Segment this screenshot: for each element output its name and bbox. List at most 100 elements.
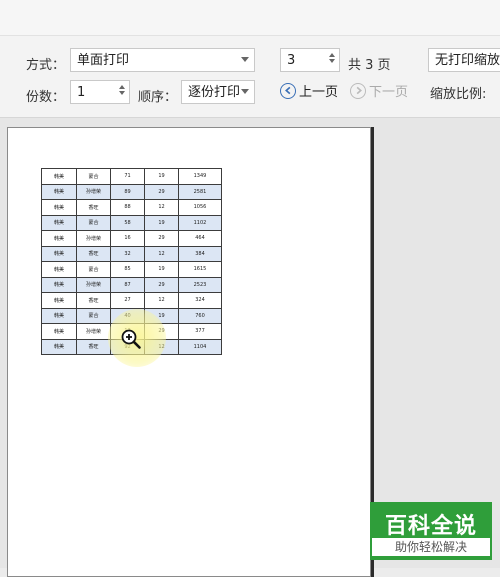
- table-cell: 12: [144, 292, 179, 309]
- table-cell: 85: [110, 261, 145, 278]
- table-cell: 29: [144, 230, 179, 247]
- table-cell: 韩美: [41, 199, 77, 216]
- print-preview-toolbar: 方式： 单面打印 份数： 1 顺序： 逐份打印 3 共 3 页 上一页 下一页 …: [0, 0, 500, 118]
- next-page-button[interactable]: 下一页: [350, 81, 408, 100]
- table-cell: 韩美: [41, 214, 77, 231]
- zoom-in-cursor-icon: [121, 329, 141, 349]
- stepper-arrows-icon[interactable]: [328, 51, 336, 69]
- table-cell: 香旺: [76, 338, 111, 355]
- table-cell: 韩美: [41, 245, 77, 262]
- arrow-right-icon: [350, 82, 366, 99]
- mode-label: 方式：: [26, 58, 66, 73]
- table-cell: 韩美: [41, 261, 77, 278]
- print-mode-select[interactable]: 单面打印: [70, 48, 255, 72]
- table-row: 韩美 香旺 32 12 384: [41, 245, 222, 262]
- table-cell: 蒙合: [76, 307, 111, 324]
- stepper-arrows-icon[interactable]: [118, 83, 126, 101]
- print-order-select[interactable]: 逐份打印: [181, 80, 255, 104]
- table-cell: 2523: [178, 276, 222, 293]
- order-label: 顺序：: [138, 90, 178, 105]
- page-number-value: 3: [287, 53, 296, 68]
- table-cell: 19: [144, 307, 179, 324]
- watermark-logo: 百科全说 助你轻松解决: [370, 502, 492, 560]
- table-cell: 16: [110, 230, 145, 247]
- table-cell: 韩美: [41, 276, 77, 293]
- table-row: 韩美 孙增荣 87 29 2523: [41, 276, 222, 293]
- preview-page: 韩美 蒙合 71 19 1349 韩美 孙增荣 89 29 2581 韩美 香旺 88 12 1056 韩美蒙…: [7, 127, 371, 577]
- table-cell: 孙增荣: [76, 230, 111, 247]
- table-cell: 12: [144, 199, 179, 216]
- table-row: 韩美 蒙合 85 19 1615: [41, 261, 222, 278]
- print-scale-select[interactable]: 无打印缩放: [428, 48, 500, 72]
- table-cell: 89: [110, 183, 145, 200]
- table-cell: 1349: [178, 168, 222, 185]
- table-cell: 韩美: [41, 183, 77, 200]
- table-cell: 464: [178, 230, 222, 247]
- table-cell: 377: [178, 323, 222, 340]
- table-cell: 19: [144, 261, 179, 278]
- table-row: 韩美 蒙合 58 19 1102: [41, 214, 222, 231]
- table-cell: 12: [144, 338, 179, 355]
- table-cell: 71: [110, 168, 145, 185]
- prev-page-button[interactable]: 上一页: [280, 81, 338, 100]
- table-cell: 87: [110, 276, 145, 293]
- table-cell: 384: [178, 245, 222, 262]
- print-mode-value: 单面打印: [77, 53, 130, 68]
- table-cell: 29: [144, 183, 179, 200]
- table-cell: 香旺: [76, 292, 111, 309]
- table-cell: 1056: [178, 199, 222, 216]
- table-row: 韩美 蒙合 71 19 1349: [41, 168, 222, 185]
- table-cell: 19: [144, 168, 179, 185]
- table-cell: 孙增荣: [76, 276, 111, 293]
- table-cell: 孙增荣: [76, 323, 111, 340]
- table-cell: 韩美: [41, 230, 77, 247]
- table-cell: 19: [144, 214, 179, 231]
- table-cell: 香旺: [76, 199, 111, 216]
- table-cell: 1104: [178, 338, 222, 355]
- watermark-title: 百科全说: [384, 514, 477, 539]
- chevron-down-icon: [241, 89, 249, 94]
- toolbar-top-strip: [0, 0, 500, 36]
- table-cell: 孙增荣: [76, 183, 111, 200]
- table-row: 韩美 蒙合 40 19 760: [41, 307, 222, 324]
- watermark-subtitle: 助你轻松解决: [372, 538, 490, 556]
- page-number-stepper[interactable]: 3: [280, 48, 340, 72]
- chevron-down-icon: [241, 57, 249, 62]
- page-total: 共 3 页: [348, 58, 391, 73]
- table-row: 韩美 香旺 88 12 1056: [41, 199, 222, 216]
- arrow-left-icon: [280, 82, 296, 99]
- table-cell: 1102: [178, 214, 222, 231]
- print-scale-value: 无打印缩放: [435, 53, 500, 68]
- table-cell: 88: [110, 199, 145, 216]
- table-cell: 40: [110, 307, 145, 324]
- copies-label: 份数：: [26, 90, 66, 105]
- table-cell: 香旺: [76, 245, 111, 262]
- table-cell: 12: [144, 245, 179, 262]
- table-cell: 韩美: [41, 168, 77, 185]
- scale-ratio-label: 缩放比例:: [430, 87, 487, 102]
- table-cell: 58: [110, 214, 145, 231]
- table-row: 韩美 香旺 27 12 324: [41, 292, 222, 309]
- table-cell: 蒙合: [76, 261, 111, 278]
- table-cell: 324: [178, 292, 222, 309]
- next-page-label: 下一页: [369, 85, 409, 100]
- spreadsheet-table: 韩美 蒙合 71 19 1349 韩美 孙增荣 89 29 2581 韩美 香旺 88 12 1056 韩美蒙…: [41, 168, 222, 355]
- table-cell: 蒙合: [76, 168, 111, 185]
- table-cell: 蒙合: [76, 214, 111, 231]
- table-cell: 韩美: [41, 338, 77, 355]
- table-cell: 27: [110, 292, 145, 309]
- table-row: 韩美 孙增荣 16 29 464: [41, 230, 222, 247]
- print-order-value: 逐份打印: [188, 85, 241, 100]
- table-cell: 韩美: [41, 307, 77, 324]
- table-row: 韩美 孙增荣 89 29 2581: [41, 183, 222, 200]
- table-cell: 29: [144, 276, 179, 293]
- table-cell: 1615: [178, 261, 222, 278]
- preview-workspace: 韩美 蒙合 71 19 1349 韩美 孙增荣 89 29 2581 韩美 香旺 88 12 1056 韩美蒙…: [0, 118, 500, 577]
- prev-page-label: 上一页: [299, 85, 339, 100]
- table-cell: 29: [144, 323, 179, 340]
- table-cell: 韩美: [41, 323, 77, 340]
- table-cell: 2581: [178, 183, 222, 200]
- table-cell: 32: [110, 245, 145, 262]
- copies-stepper[interactable]: 1: [70, 80, 130, 104]
- copies-value: 1: [77, 85, 86, 100]
